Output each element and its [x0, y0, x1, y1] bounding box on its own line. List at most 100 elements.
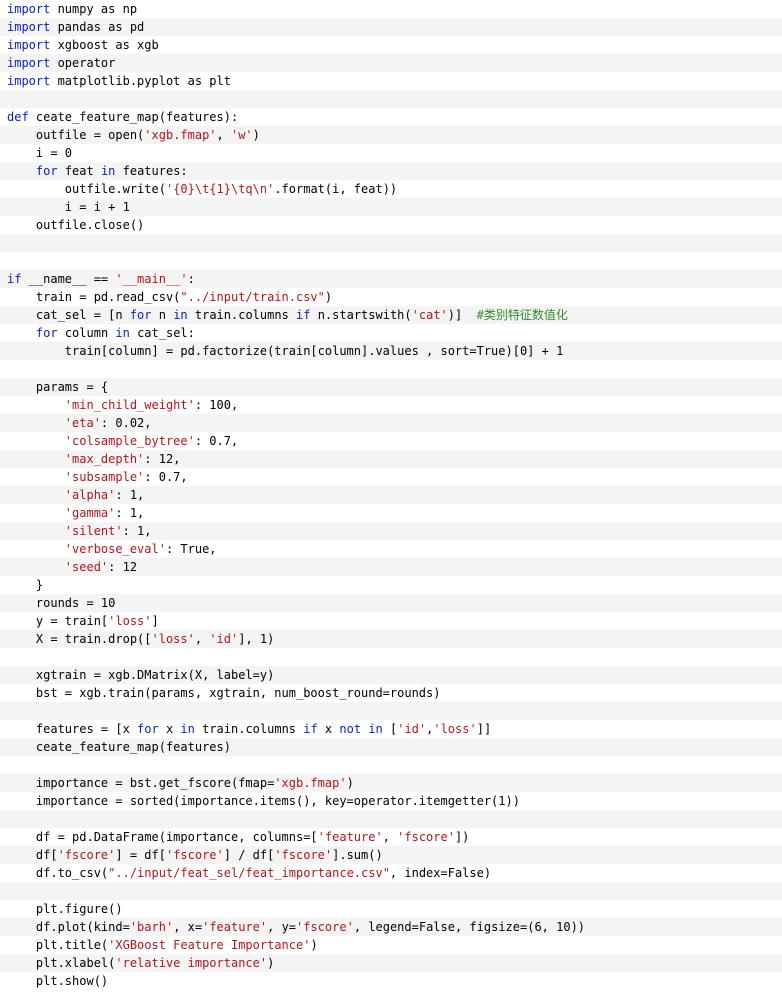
code-string: 'XGBoost Feature Importance'	[108, 938, 311, 952]
code-line: ceate_feature_map(features)	[0, 738, 782, 756]
code-string: 'cat'	[411, 308, 448, 322]
code-text: [	[382, 722, 398, 736]
code-text: ]]	[476, 722, 492, 736]
code-text: )]	[447, 308, 477, 322]
code-string: 'id'	[209, 632, 239, 646]
code-string: 'gamma'	[64, 506, 116, 520]
code-line	[0, 234, 782, 252]
code-line: df = pd.DataFrame(importance, columns=['…	[0, 828, 782, 846]
code-text: )	[310, 938, 318, 952]
code-keyword: import	[7, 2, 51, 16]
code-text: xgboost as xgb	[50, 38, 159, 52]
code-line: i = 0	[0, 144, 782, 162]
code-keyword: in	[173, 308, 188, 322]
code-line: y = train['loss']	[0, 612, 782, 630]
code-text: : 0.7,	[144, 470, 188, 484]
code-string: "../input/feat_sel/feat_importance.csv"	[108, 866, 390, 880]
code-text: y = train[	[7, 614, 109, 628]
code-text: train.columns	[187, 308, 297, 322]
code-string: 'loss'	[433, 722, 477, 736]
code-line: cat_sel = [n for n in train.columns if n…	[0, 306, 782, 324]
code-text: ceate_feature_map(features)	[7, 740, 231, 754]
code-text: df.plot(kind=	[7, 920, 130, 934]
code-string: 'subsample'	[64, 470, 145, 484]
code-keyword: if	[7, 272, 22, 286]
code-string: 'xgb.fmap'	[274, 776, 347, 790]
code-line: def ceate_feature_map(features):	[0, 108, 782, 126]
code-text: ], 1)	[238, 632, 275, 646]
code-string: '{0}\t{1}\tq\n'	[165, 182, 275, 196]
code-text: n.startswith(	[310, 308, 412, 322]
code-keyword: import	[7, 56, 51, 70]
code-text: , x=	[173, 920, 203, 934]
code-string: 'feature'	[202, 920, 268, 934]
code-text: params = {	[7, 380, 109, 394]
code-text: importance = sorted(importance.items(), …	[7, 794, 520, 808]
code-line: i = i + 1	[0, 198, 782, 216]
code-block: import numpy as np import pandas as pd imp…	[0, 0, 782, 1000]
code-line: for feat in features:	[0, 162, 782, 180]
code-line: train[column] = pd.factorize(train[colum…	[0, 342, 782, 360]
code-keyword: def	[7, 110, 29, 124]
code-string: 'w'	[230, 128, 253, 142]
code-line: plt.show()	[0, 972, 782, 990]
code-string: 'fscore'	[296, 920, 354, 934]
code-text: pandas as pd	[50, 20, 145, 34]
code-text: : 100,	[194, 398, 239, 412]
code-line: import matplotlib.pyplot as plt	[0, 72, 782, 90]
code-line: 'alpha': 1,	[0, 486, 782, 504]
code-keyword: in	[100, 164, 116, 178]
code-text: ] / df[	[223, 848, 275, 862]
code-keyword: if	[303, 722, 318, 736]
code-string: 'relative importance'	[115, 956, 268, 970]
code-string: 'max_depth'	[64, 452, 145, 466]
code-text: __name__ ==	[21, 272, 116, 286]
code-text: ,	[382, 830, 398, 844]
code-line: plt.xlabel('relative importance')	[0, 954, 782, 972]
code-string: 'fscore'	[57, 848, 116, 862]
code-line: import numpy as np	[0, 0, 782, 18]
code-text: operator	[50, 56, 116, 70]
code-text: plt.title(	[7, 938, 109, 952]
code-text: x	[317, 722, 340, 736]
code-line: 'colsample_bytree': 0.7,	[0, 432, 782, 450]
code-string: 'seed'	[64, 560, 109, 574]
code-text: )	[324, 290, 333, 304]
code-keyword: not	[339, 722, 362, 736]
code-line: importance = bst.get_fscore(fmap='xgb.fm…	[0, 774, 782, 792]
code-text: outfile.close()	[7, 218, 145, 232]
code-keyword: for	[137, 722, 159, 736]
code-line: outfile.write('{0}\t{1}\tq\n'.format(i, …	[0, 180, 782, 198]
code-text: )	[252, 128, 260, 142]
code-text: matplotlib.pyplot as plt	[50, 74, 231, 88]
code-text: : 0.7,	[194, 434, 239, 448]
code-line: 'silent': 1,	[0, 522, 782, 540]
code-line: for column in cat_sel:	[0, 324, 782, 342]
code-string: 'eta'	[64, 416, 101, 430]
code-text: numpy as np	[50, 2, 138, 16]
code-string: 'xgb.fmap'	[144, 128, 217, 142]
code-comment: #类别特征数值化	[476, 308, 568, 322]
code-line: 'eta': 0.02,	[0, 414, 782, 432]
code-line: 'seed': 12	[0, 558, 782, 576]
code-line: }	[0, 576, 782, 594]
code-keyword: in	[180, 722, 195, 736]
code-string: 'feature'	[317, 830, 383, 844]
code-line: df.to_csv("../input/feat_sel/feat_import…	[0, 864, 782, 882]
code-string: 'loss'	[108, 614, 152, 628]
code-line: bst = xgb.train(params, xgtrain, num_boo…	[0, 684, 782, 702]
code-line: xgtrain = xgb.DMatrix(X, label=y)	[0, 666, 782, 684]
code-line	[0, 810, 782, 828]
code-line: train = pd.read_csv("../input/train.csv"…	[0, 288, 782, 306]
code-keyword: import	[7, 20, 51, 34]
